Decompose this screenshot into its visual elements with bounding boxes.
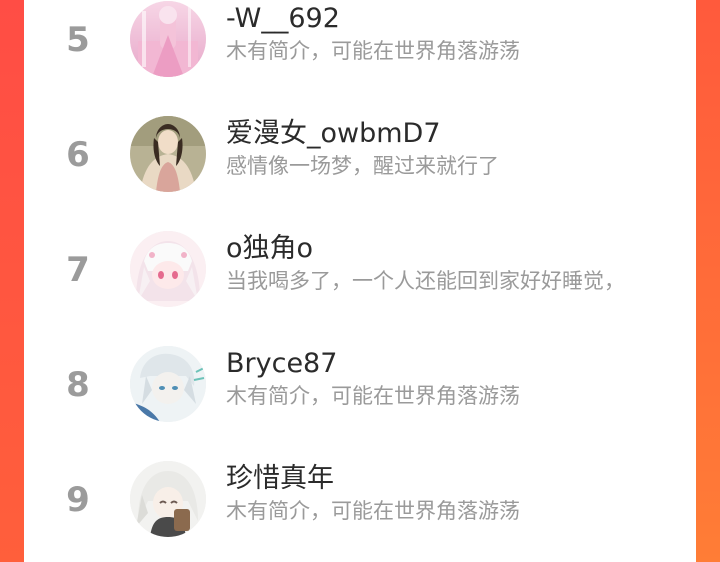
user-bio: 当我喝多了，一个人还能回到家好好睡觉， xyxy=(226,269,625,293)
list-item[interactable]: 7 o独角o 当我喝多了，一个人还能回到家好好睡觉， xyxy=(24,222,696,337)
rank-number: 9 xyxy=(66,480,90,520)
rank-number: 7 xyxy=(66,250,90,290)
avatar-image xyxy=(130,116,206,192)
list-item[interactable]: 5 -W__692 木有简介，可能在世界角落游荡 xyxy=(24,0,696,107)
rank-number: 6 xyxy=(66,135,90,175)
rank-number: 8 xyxy=(66,365,90,405)
avatar[interactable] xyxy=(130,346,206,422)
background-left-edge xyxy=(0,0,24,562)
list-item[interactable]: 6 爱漫女_owbmD7 感情像一场梦，醒过来就行了 xyxy=(24,107,696,222)
rank-number: 5 xyxy=(66,20,90,60)
avatar[interactable] xyxy=(130,1,206,77)
avatar-image xyxy=(130,231,206,307)
avatar-image xyxy=(130,346,206,422)
user-name[interactable]: Bryce87 xyxy=(226,347,337,381)
avatar[interactable] xyxy=(130,461,206,537)
avatar-image xyxy=(130,1,206,77)
user-name[interactable]: -W__692 xyxy=(226,2,340,36)
user-name[interactable]: 爱漫女_owbmD7 xyxy=(226,117,441,151)
leaderboard-panel: 5 -W__692 木有简介，可能在世界角落游荡 6 爱漫女_owbmD7 感情… xyxy=(24,0,696,562)
user-bio: 木有简介，可能在世界角落游荡 xyxy=(226,39,520,63)
user-bio: 木有简介，可能在世界角落游荡 xyxy=(226,499,520,523)
user-name[interactable]: 珍惜真年 xyxy=(226,462,334,496)
list-item[interactable]: 8 Bryce87 木有简介，可能在世界角落游荡 xyxy=(24,337,696,452)
background-right-edge xyxy=(696,0,720,562)
avatar[interactable] xyxy=(130,231,206,307)
list-item[interactable]: 9 珍惜真年 木有简介，可能在世界角落游荡 xyxy=(24,452,696,562)
avatar-image xyxy=(130,461,206,537)
avatar[interactable] xyxy=(130,116,206,192)
user-bio: 感情像一场梦，醒过来就行了 xyxy=(226,154,499,178)
user-bio: 木有简介，可能在世界角落游荡 xyxy=(226,384,520,408)
user-name[interactable]: o独角o xyxy=(226,232,313,266)
